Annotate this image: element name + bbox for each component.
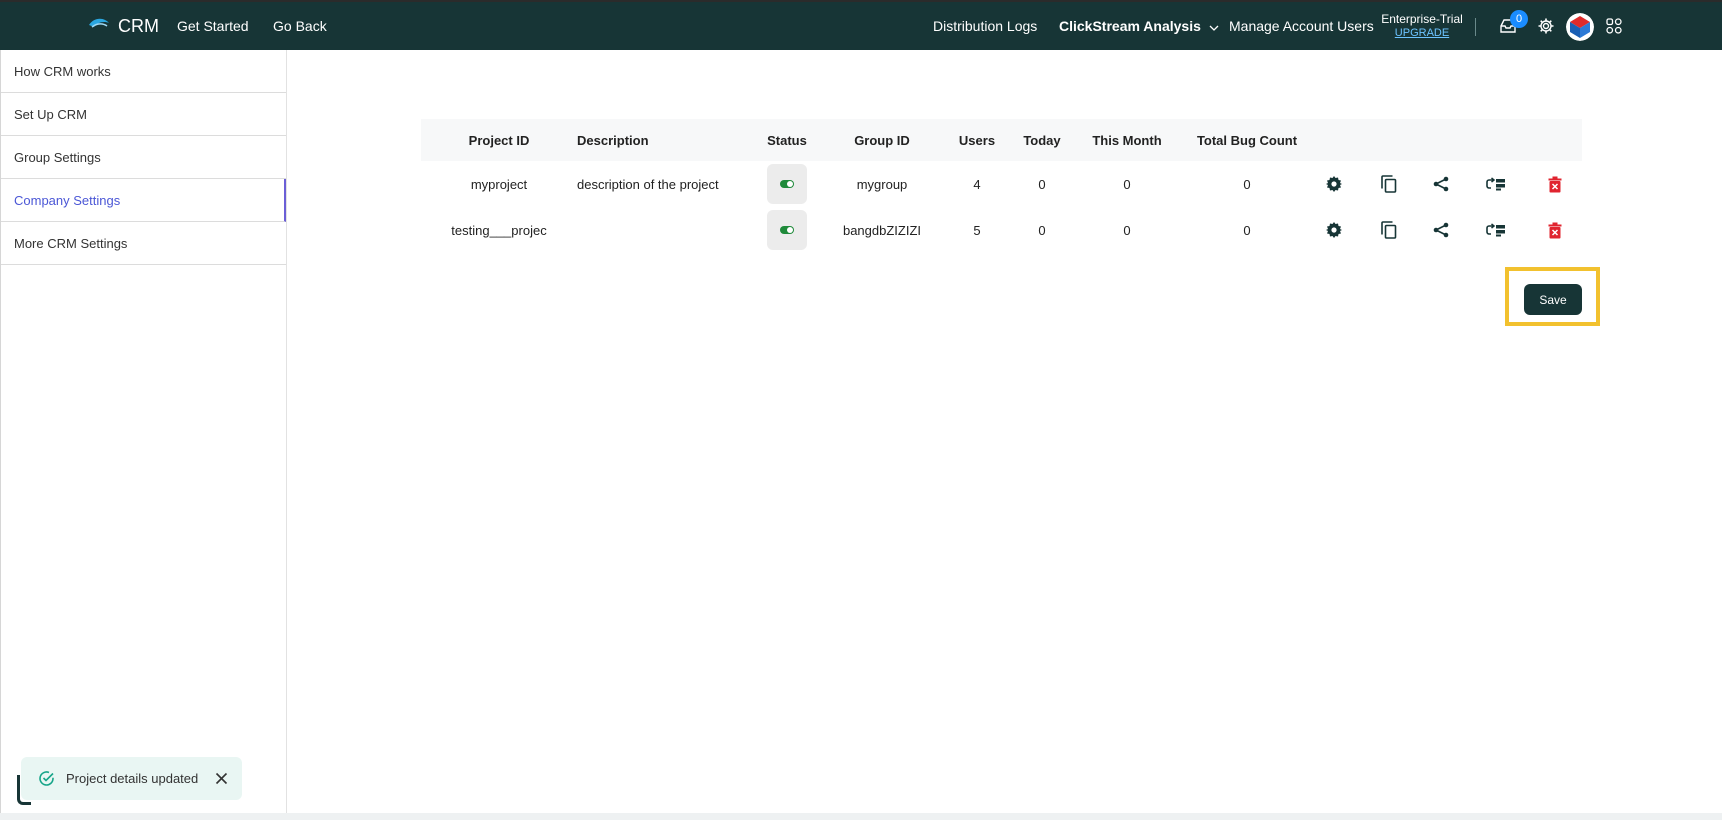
column-header-this-month: This Month: [1092, 132, 1162, 148]
column-header-today: Today: [1023, 132, 1061, 148]
status-cell: [757, 161, 817, 207]
status-toggle[interactable]: [767, 164, 807, 204]
this-month-cell: 0: [1123, 176, 1131, 192]
crm-logo-icon: [88, 17, 110, 36]
plan-name: Enterprise-Trial: [1381, 12, 1463, 26]
column-header-description: Description: [577, 132, 649, 148]
share-icon[interactable]: [1429, 207, 1453, 253]
chevron-down-icon: [1209, 18, 1219, 34]
sidebar: How CRM works Set Up CRM Group Settings …: [0, 50, 287, 813]
toggle-on-icon: [780, 180, 794, 188]
nav-clickstream-dropdown[interactable]: ClickStream Analysis: [1059, 2, 1219, 50]
save-button[interactable]: Save: [1524, 284, 1582, 315]
gear-icon[interactable]: [1535, 15, 1557, 37]
project-id-cell: myproject: [470, 176, 528, 192]
brand-name: CRM: [118, 15, 159, 36]
bottom-strip: [0, 813, 1722, 820]
nav-get-started[interactable]: Get Started: [177, 2, 249, 50]
table-header: Project ID Description Status Group ID U…: [421, 119, 1582, 161]
projects-table: Project ID Description Status Group ID U…: [421, 119, 1582, 253]
nav-clickstream-label: ClickStream Analysis: [1059, 18, 1201, 34]
nav-go-back[interactable]: Go Back: [273, 2, 327, 50]
check-circle-icon: [38, 770, 55, 787]
settings-icon[interactable]: [1322, 207, 1346, 253]
sidebar-item-company-settings[interactable]: Company Settings: [1, 179, 286, 222]
toast-message: Project details updated: [66, 771, 199, 786]
users-cell: 5: [973, 222, 981, 238]
status-cell: [757, 207, 817, 253]
description-cell: [577, 207, 757, 253]
transfer-icon[interactable]: [1484, 207, 1508, 253]
copy-icon[interactable]: [1377, 161, 1401, 207]
today-cell: 0: [1038, 222, 1046, 238]
status-toggle[interactable]: [767, 210, 807, 250]
bug-count-cell: 0: [1243, 176, 1251, 192]
transfer-icon[interactable]: [1484, 161, 1508, 207]
toggle-on-icon: [780, 226, 794, 234]
nav-manage-account-users[interactable]: Manage Account Users: [1229, 2, 1374, 50]
top-navbar: CRM Get Started Go Back Distribution Log…: [0, 0, 1722, 50]
column-header-users: Users: [958, 132, 996, 148]
copy-icon[interactable]: [1377, 207, 1401, 253]
toast-notification: Project details updated: [21, 757, 242, 800]
sidebar-item-group-settings[interactable]: Group Settings: [1, 136, 286, 179]
delete-icon[interactable]: [1543, 161, 1567, 207]
brand[interactable]: CRM: [88, 2, 159, 50]
column-header-project-id: Project ID: [468, 132, 530, 148]
sidebar-item-set-up-crm[interactable]: Set Up CRM: [1, 93, 286, 136]
table-row: myproject description of the project myg…: [421, 161, 1582, 207]
group-id-cell: mygroup: [856, 176, 908, 192]
table-row: testing___projec bangdbZIZIZI 5 0 0 0: [421, 207, 1582, 253]
project-id-cell: testing___projec: [451, 222, 547, 238]
description-cell: description of the project: [577, 176, 719, 192]
avatar[interactable]: [1566, 13, 1594, 41]
today-cell: 0: [1038, 176, 1046, 192]
column-header-total-bug-count: Total Bug Count: [1196, 132, 1298, 148]
column-header-group-id: Group ID: [854, 132, 910, 148]
column-header-status: Status: [767, 132, 807, 148]
sidebar-item-more-crm-settings[interactable]: More CRM Settings: [1, 222, 286, 265]
divider: [1475, 18, 1476, 36]
settings-icon[interactable]: [1322, 161, 1346, 207]
sidebar-item-how-crm-works[interactable]: How CRM works: [1, 50, 286, 93]
notification-badge: 0: [1510, 10, 1528, 28]
nav-distribution-logs[interactable]: Distribution Logs: [933, 2, 1037, 50]
group-id-cell: bangdbZIZIZI: [842, 222, 922, 238]
close-icon[interactable]: [215, 772, 228, 785]
upgrade-link[interactable]: UPGRADE: [1380, 26, 1464, 40]
share-icon[interactable]: [1429, 161, 1453, 207]
bug-count-cell: 0: [1243, 222, 1251, 238]
this-month-cell: 0: [1123, 222, 1131, 238]
apps-grid-icon[interactable]: [1603, 15, 1625, 37]
users-cell: 4: [973, 176, 981, 192]
plan-info: Enterprise-Trial UPGRADE: [1380, 12, 1464, 40]
delete-icon[interactable]: [1543, 207, 1567, 253]
